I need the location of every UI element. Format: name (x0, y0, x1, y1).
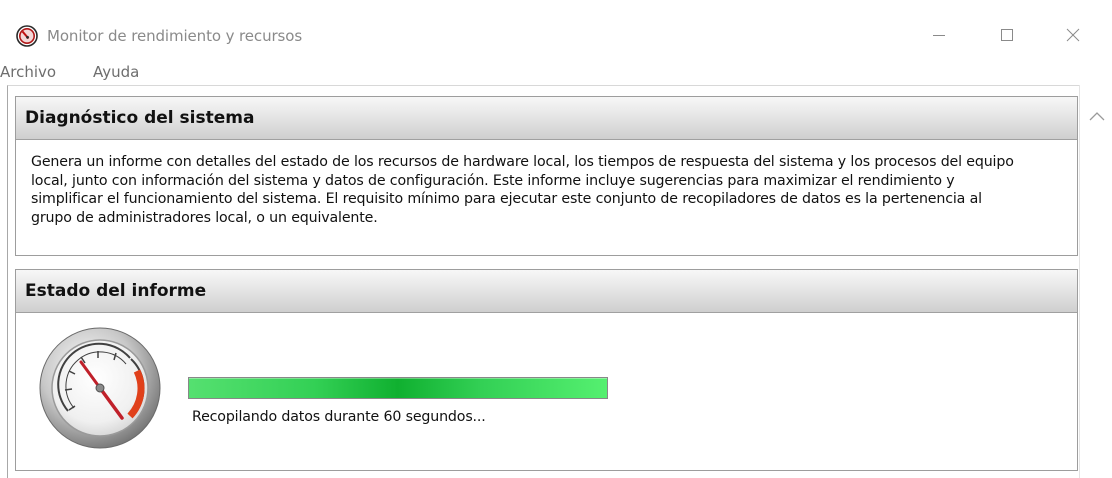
menu-bar: Archivo Ayuda (0, 60, 1090, 84)
progress-bar (188, 377, 608, 399)
scroll-up-arrow-icon[interactable] (1089, 110, 1105, 122)
description-line: simplificar el funcionamiento del sistem… (31, 191, 982, 207)
report-status-header[interactable]: Estado del informe (16, 270, 1077, 313)
close-icon (1066, 28, 1080, 42)
description-line: grupo de administradores local, o un equ… (31, 209, 378, 226)
performance-monitor-window: Monitor de rendimiento y recursos Archiv… (0, 0, 1112, 478)
performance-monitor-icon (16, 25, 38, 47)
diagnostic-panel-header[interactable]: Diagnóstico del sistema (16, 97, 1077, 140)
minimize-icon (933, 35, 945, 36)
report-status-panel: Estado del informe Recopilando datos dur… (15, 269, 1078, 471)
diagnostic-panel-title: Diagnóstico del sistema (25, 108, 255, 128)
maximize-icon (1001, 29, 1013, 41)
minimize-button[interactable] (916, 18, 962, 52)
report-status-title: Estado del informe (25, 281, 207, 301)
description-line: local, junto con información del sistema… (31, 172, 955, 189)
report-content-area: Diagnóstico del sistema Genera un inform… (7, 85, 1079, 478)
diagnostic-panel: Diagnóstico del sistema Genera un inform… (15, 96, 1078, 256)
speedometer-gauge-icon (38, 326, 168, 456)
description-line: Genera un informe con detalles del estad… (31, 154, 1014, 170)
close-button[interactable] (1050, 18, 1096, 52)
report-status-text: Recopilando datos durante 60 segundos... (192, 409, 486, 425)
menu-item-archivo[interactable]: Archivo (0, 63, 56, 81)
vertical-scrollbar[interactable] (1079, 85, 1112, 478)
maximize-button[interactable] (984, 18, 1030, 52)
window-title: Monitor de rendimiento y recursos (47, 27, 303, 45)
menu-item-ayuda[interactable]: Ayuda (93, 63, 139, 81)
progress-bar-fill (189, 378, 607, 398)
title-bar[interactable]: Monitor de rendimiento y recursos (0, 0, 1112, 62)
diagnostic-description: Genera un informe con detalles del estad… (31, 153, 1061, 227)
